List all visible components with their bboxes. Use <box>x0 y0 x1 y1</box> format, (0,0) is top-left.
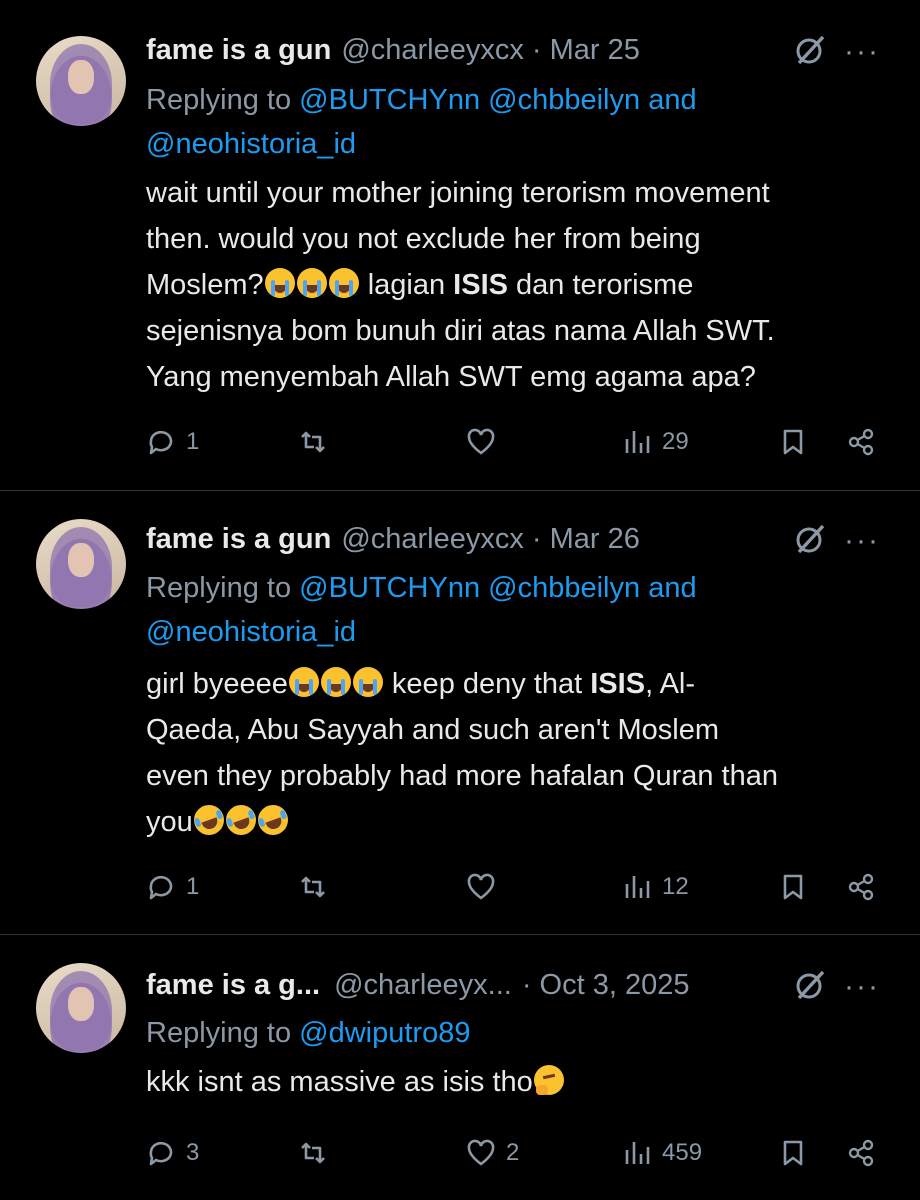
mention-link[interactable]: @dwiputro89 <box>299 1017 470 1049</box>
thinking-emoji-icon <box>533 1065 564 1095</box>
crying-emoji-icon <box>264 268 295 298</box>
repost-icon <box>301 431 325 453</box>
repost-icon <box>301 1142 325 1164</box>
action-bar: 1 12 <box>146 867 886 907</box>
user-handle[interactable]: @charleeyxcx <box>341 34 524 67</box>
bookmark-icon <box>783 1140 803 1166</box>
laughing-emoji-icon <box>189 800 228 840</box>
views-icon <box>625 876 650 898</box>
tweet-text: girl byeeee keep deny that ISIS, Al- Qae… <box>146 667 778 840</box>
bookmark-icon <box>783 874 803 900</box>
share-button[interactable] <box>846 867 876 907</box>
crying-emoji-icon <box>320 667 351 697</box>
tweet-3[interactable]: fame is a g... @charleeyx... · Oct 3, 20… <box>0 935 920 1200</box>
repost-button[interactable] <box>298 422 328 462</box>
replying-to: Replying to @BUTCHYnn @chbbeilyn and @ne… <box>146 84 697 160</box>
bookmark-button[interactable] <box>778 1133 808 1173</box>
views-button[interactable]: 29 <box>622 422 689 462</box>
avatar[interactable] <box>36 963 126 1053</box>
repost-button[interactable] <box>298 1133 328 1173</box>
tweet-date[interactable]: · Mar 26 <box>532 523 640 556</box>
mention-link[interactable]: @neohistoria_id <box>146 616 356 648</box>
share-button[interactable] <box>846 422 876 462</box>
mention-link[interactable]: @BUTCHYnn <box>299 84 480 116</box>
mention-link[interactable]: @BUTCHYnn <box>299 572 480 604</box>
display-name[interactable]: fame is a g... <box>146 969 320 1002</box>
crying-emoji-icon <box>328 268 359 298</box>
reply-button[interactable]: 1 <box>146 867 199 907</box>
replying-to: Replying to @BUTCHYnn @chbbeilyn and @ne… <box>146 572 697 648</box>
replying-to: Replying to @dwiputro89 <box>146 1017 471 1049</box>
grok-icon[interactable] <box>792 521 828 557</box>
like-button[interactable] <box>466 422 496 462</box>
reply-icon <box>149 1141 173 1166</box>
avatar[interactable] <box>36 519 126 609</box>
mention-link[interactable]: @neohistoria_id <box>146 128 356 160</box>
avatar[interactable] <box>36 36 126 126</box>
tweet-2[interactable]: fame is a gun @charleeyxcx · Mar 26 ··· … <box>0 491 920 934</box>
mention-link[interactable]: @chbbeilyn <box>488 572 640 604</box>
user-handle[interactable]: @charleeyxcx <box>341 523 524 556</box>
action-bar: 3 2 459 <box>146 1133 886 1173</box>
mention-link[interactable]: @chbbeilyn <box>488 84 640 116</box>
display-name[interactable]: fame is a gun <box>146 34 331 67</box>
action-bar: 1 29 <box>146 422 886 462</box>
tweet-date[interactable]: · Mar 25 <box>532 34 640 67</box>
tweet-text: kkk isnt as massive as isis tho <box>146 1059 890 1105</box>
display-name[interactable]: fame is a gun <box>146 523 331 556</box>
tweet-1[interactable]: fame is a gun @charleeyxcx · Mar 25 ··· … <box>0 0 920 490</box>
share-button[interactable] <box>846 1133 876 1173</box>
like-icon <box>467 873 495 900</box>
reply-button[interactable]: 1 <box>146 422 199 462</box>
more-icon[interactable]: ··· <box>844 972 880 1002</box>
tweet-date[interactable]: · Oct 3, 2025 <box>522 969 690 1002</box>
share-icon <box>848 873 874 901</box>
grok-icon[interactable] <box>792 32 828 68</box>
views-icon <box>625 1142 650 1164</box>
share-icon <box>848 428 874 456</box>
bookmark-button[interactable] <box>778 867 808 907</box>
more-icon[interactable]: ··· <box>844 37 880 67</box>
views-button[interactable]: 12 <box>622 867 689 907</box>
crying-emoji-icon <box>296 268 327 298</box>
views-button[interactable]: 459 <box>622 1133 702 1173</box>
more-icon[interactable]: ··· <box>844 526 880 556</box>
grok-icon[interactable] <box>792 967 828 1003</box>
bookmark-icon <box>783 429 803 455</box>
tweet-text: wait until your mother joining terorism … <box>146 177 775 393</box>
like-icon <box>467 1139 495 1166</box>
crying-emoji-icon <box>288 667 319 697</box>
like-button[interactable]: 2 <box>466 1133 519 1173</box>
reply-icon <box>149 430 173 455</box>
like-button[interactable] <box>466 867 496 907</box>
user-handle[interactable]: @charleeyx... <box>334 969 512 1002</box>
repost-icon <box>301 876 325 898</box>
views-icon <box>625 431 650 453</box>
like-icon <box>467 428 495 455</box>
reply-button[interactable]: 3 <box>146 1133 199 1173</box>
share-icon <box>848 1139 874 1167</box>
laughing-emoji-icon <box>253 800 292 840</box>
crying-emoji-icon <box>352 667 383 697</box>
repost-button[interactable] <box>298 867 328 907</box>
laughing-emoji-icon <box>221 800 260 840</box>
bookmark-button[interactable] <box>778 422 808 462</box>
reply-icon <box>149 875 173 900</box>
